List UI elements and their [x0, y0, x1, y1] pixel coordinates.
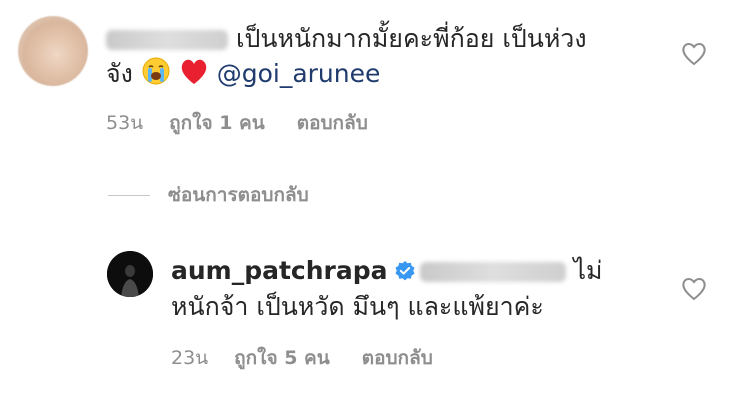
- commenter-avatar[interactable]: [18, 16, 88, 86]
- reply-button[interactable]: ตอบกลับ: [297, 108, 368, 138]
- comment-2-text: ไม่: [573, 256, 603, 285]
- verified-badge-icon: [394, 257, 416, 281]
- crying-face-emoji-icon: [141, 56, 171, 95]
- author-avatar[interactable]: [107, 251, 153, 297]
- divider-line: [108, 194, 150, 196]
- like-heart-icon[interactable]: [681, 277, 707, 301]
- likes-count-link[interactable]: ถูกใจ 5 คน: [234, 343, 330, 373]
- comment-1-meta: 53น ถูกใจ 1 คน ตอบกลับ: [106, 108, 368, 138]
- comment-1-text-cont: จัง: [106, 59, 133, 88]
- mention-link[interactable]: @goi_arunee: [217, 59, 381, 88]
- likes-count-link[interactable]: ถูกใจ 1 คน: [169, 108, 265, 138]
- comment-2-meta: 23น ถูกใจ 5 คน ตอบกลับ: [171, 343, 433, 373]
- comment-time: 53น: [106, 112, 144, 134]
- comment-2-text-cont: หนักจ้า เป็นหวัด มึนๆ และแพ้ยาค่ะ: [171, 292, 544, 321]
- red-heart-emoji-icon: [179, 58, 209, 95]
- blurred-mention[interactable]: [419, 262, 566, 282]
- reply-button[interactable]: ตอบกลับ: [362, 343, 433, 373]
- comment-2-line-1: aum_patchrapa ไม่: [171, 254, 603, 288]
- comment-time: 23น: [171, 347, 209, 369]
- hide-replies-label: ซ่อนการตอบกลับ: [168, 184, 309, 206]
- comment-2-line-2: หนักจ้า เป็นหวัด มึนๆ และแพ้ยาค่ะ: [171, 290, 544, 324]
- hide-replies-button[interactable]: ซ่อนการตอบกลับ: [108, 180, 309, 210]
- like-heart-icon[interactable]: [681, 42, 707, 66]
- comment-1-line-1: เป็นหนักมากมั้ยคะพี่ก้อย เป็นห่วง: [106, 22, 587, 56]
- comment-1-line-2: จัง @goi_arunee: [106, 56, 380, 95]
- blurred-username[interactable]: [106, 30, 228, 50]
- author-username[interactable]: aum_patchrapa: [171, 256, 388, 285]
- comment-1-text: เป็นหนักมากมั้ยคะพี่ก้อย เป็นห่วง: [235, 24, 587, 53]
